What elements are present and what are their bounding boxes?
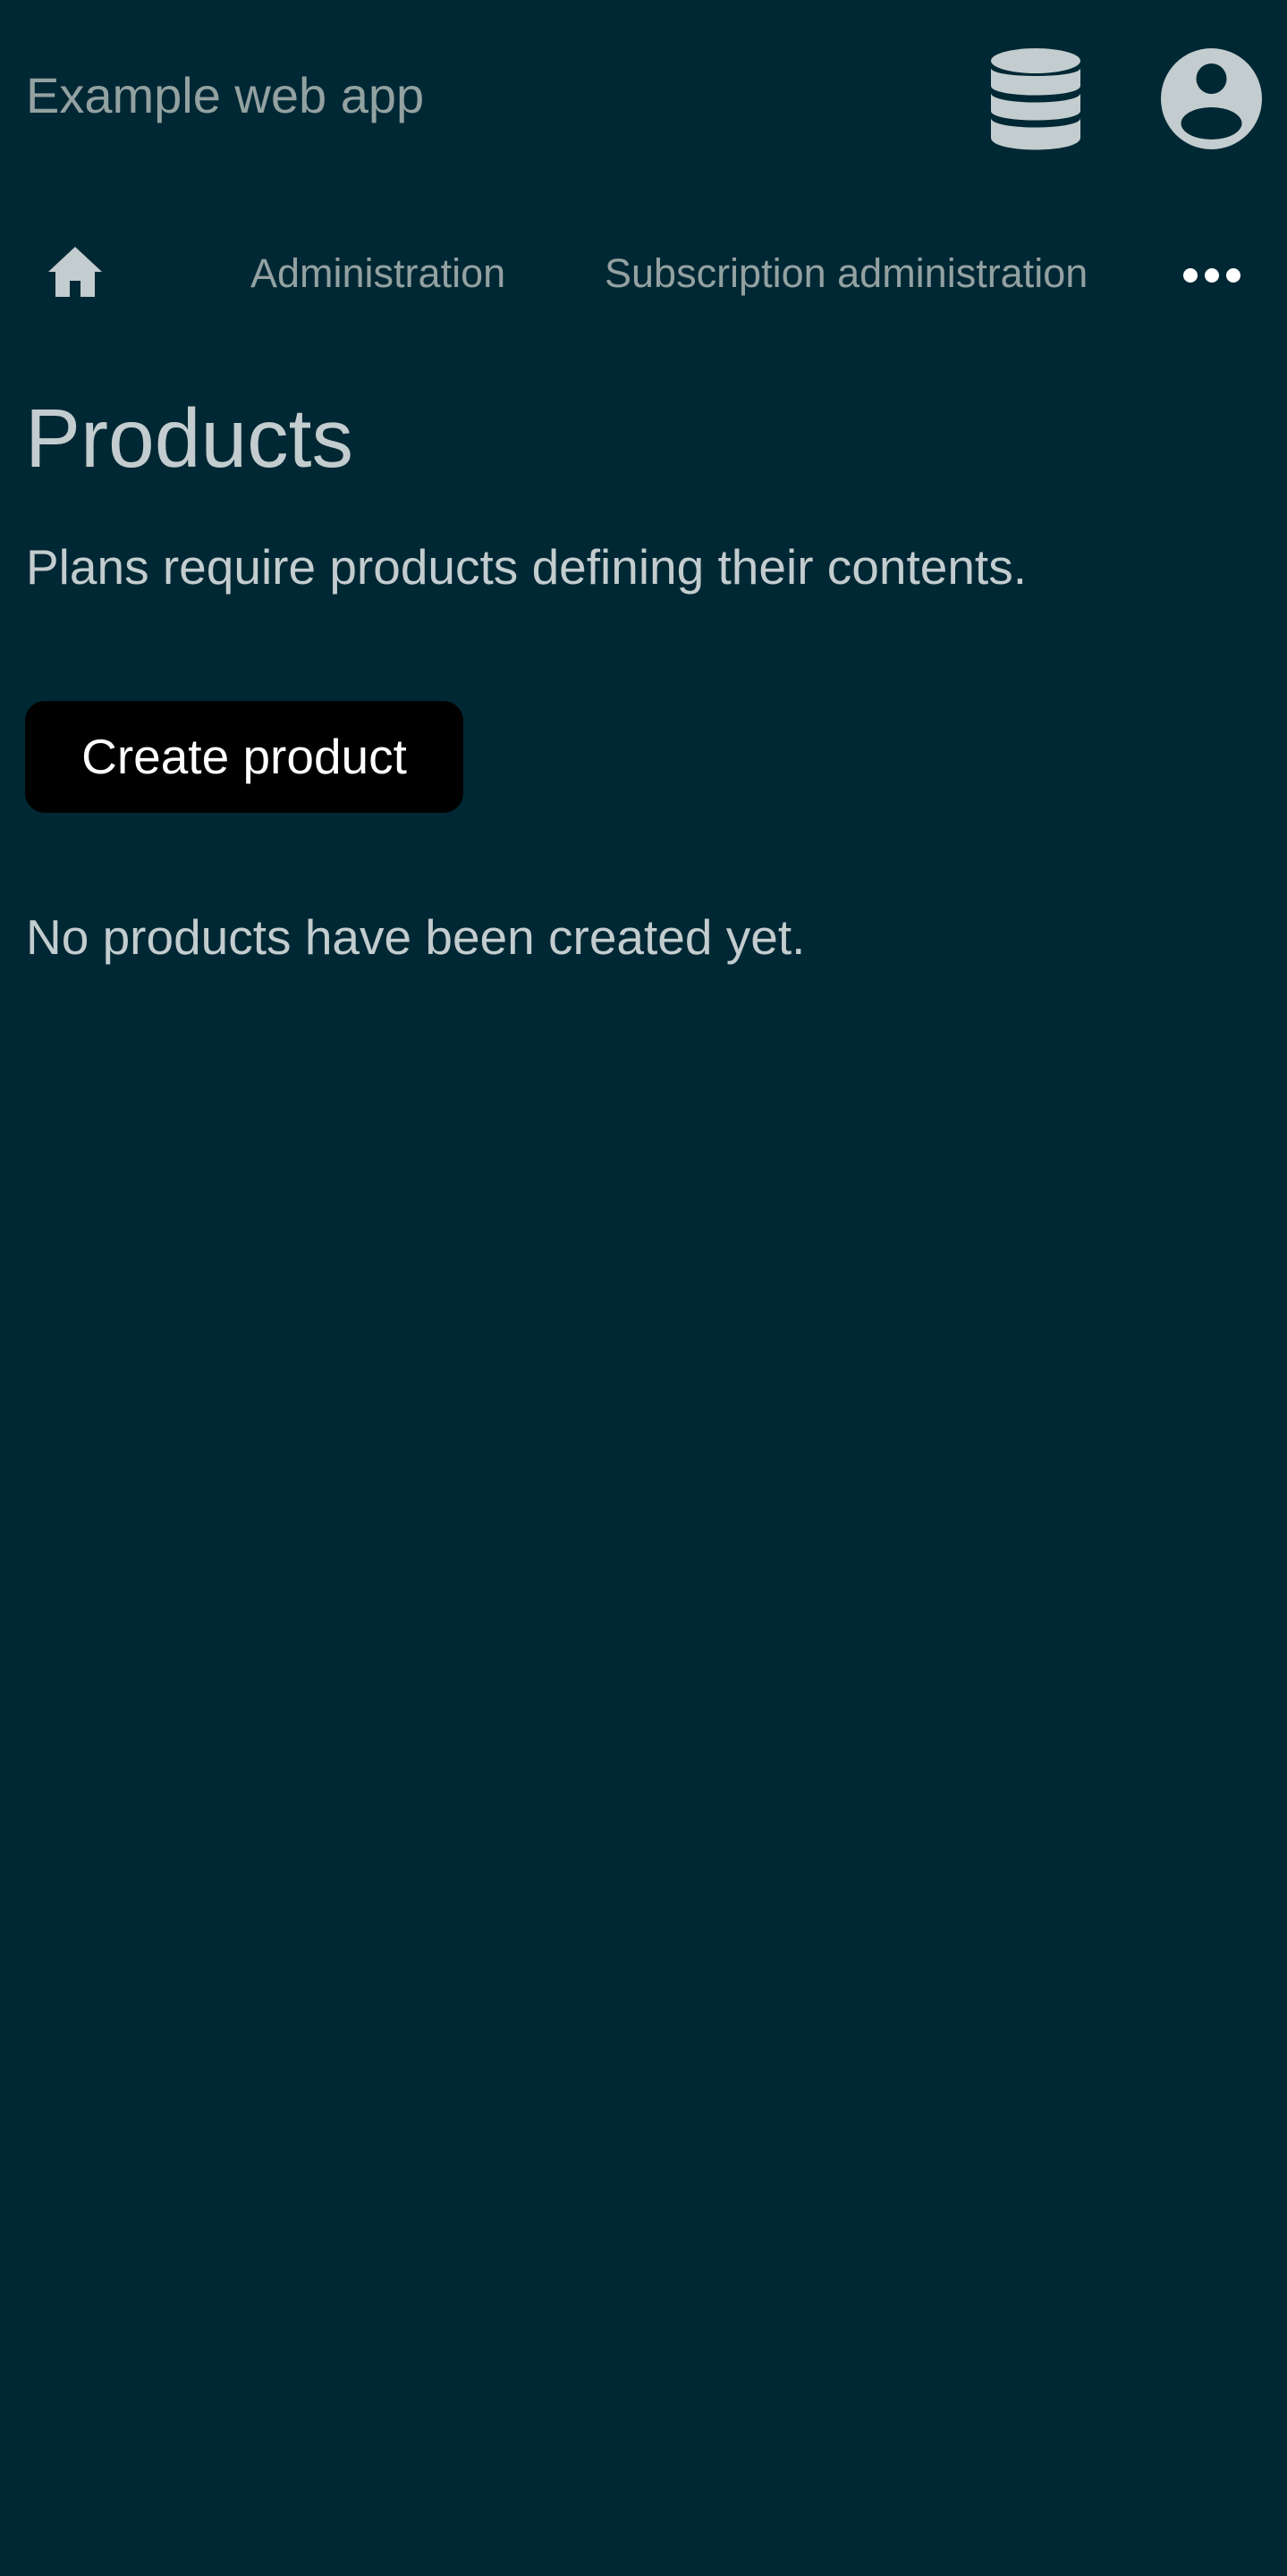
app-title[interactable]: Example web app bbox=[26, 64, 424, 127]
ellipsis-icon[interactable] bbox=[1181, 258, 1243, 293]
user-circle-icon[interactable] bbox=[1161, 48, 1262, 149]
nav-item-administration[interactable]: Administration bbox=[250, 249, 505, 299]
nav-item-subscription-administration[interactable]: Subscription administration bbox=[605, 249, 1088, 299]
empty-state-message: No products have been created yet. bbox=[26, 909, 806, 965]
home-icon[interactable] bbox=[45, 241, 106, 302]
database-icon[interactable] bbox=[988, 46, 1083, 152]
main-nav: Administration Subscription administrati… bbox=[0, 224, 1287, 324]
app-header: Example web app bbox=[0, 0, 1287, 191]
create-product-button[interactable]: Create product bbox=[25, 701, 463, 813]
page-title: Products bbox=[25, 392, 354, 485]
page-subtitle: Plans require products defining their co… bbox=[26, 539, 1027, 595]
